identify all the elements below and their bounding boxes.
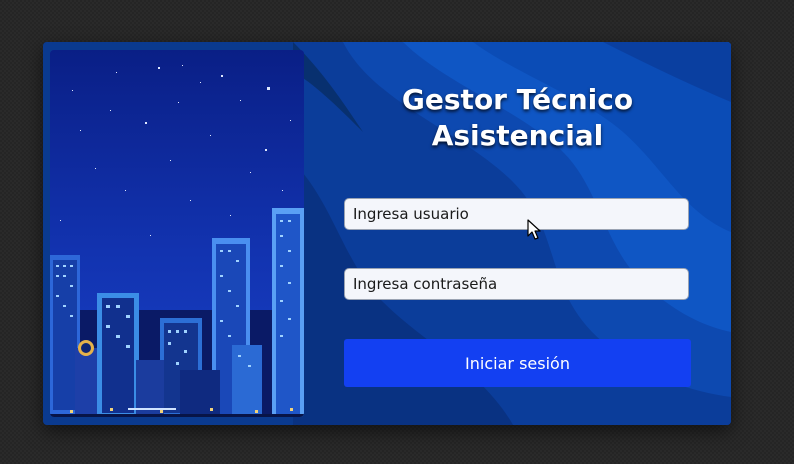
page-title: Gestor Técnico Asistencial xyxy=(343,82,692,154)
login-card: Gestor Técnico Asistencial Iniciar sesió… xyxy=(43,42,731,425)
login-button[interactable]: Iniciar sesión xyxy=(344,339,691,387)
username-input[interactable] xyxy=(344,198,689,230)
password-input[interactable] xyxy=(344,268,689,300)
page-title-line1: Gestor Técnico xyxy=(401,83,634,116)
mouse-pointer-icon xyxy=(527,219,541,240)
page-title-line2: Asistencial xyxy=(431,119,604,152)
city-night-illustration xyxy=(50,50,304,417)
